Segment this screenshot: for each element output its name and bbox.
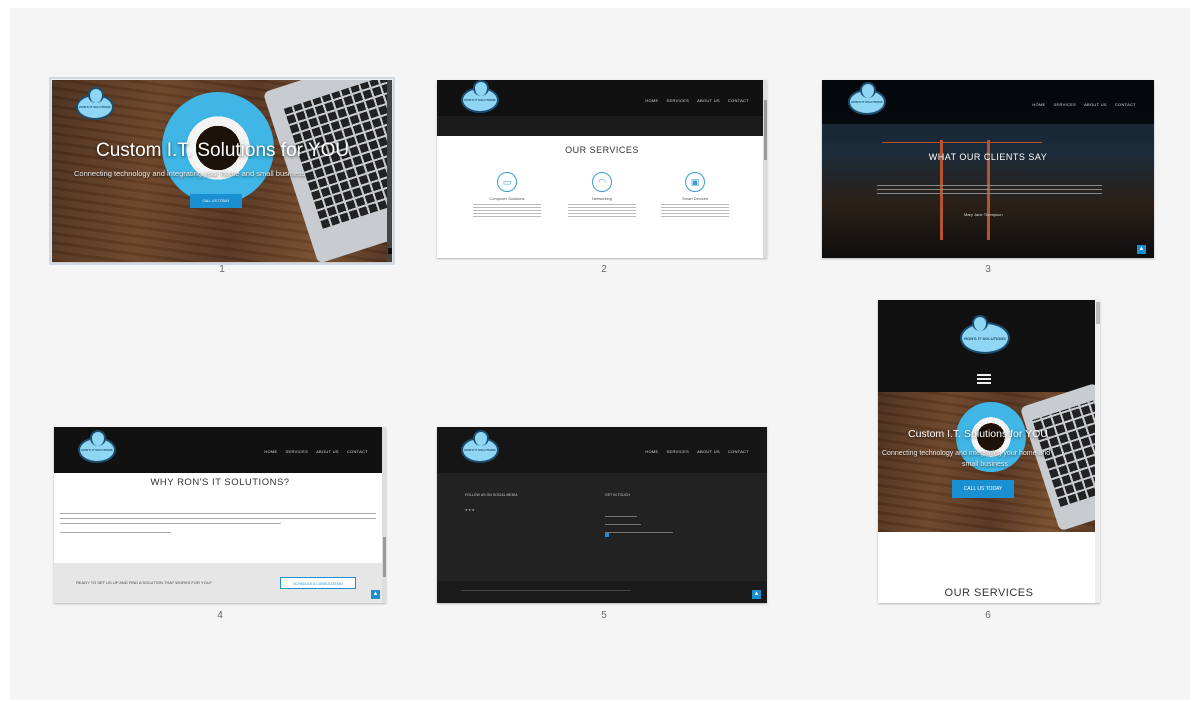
service-networking: ◠ Networking <box>562 172 642 219</box>
schedule-consultation-button[interactable]: SCHEDULE A CONSULTATION <box>280 577 356 589</box>
site-logo: RON'S IT SOLUTIONS <box>960 315 1010 354</box>
mobile-hero-subtitle-1: Connecting technology and integrating yo… <box>882 450 1051 457</box>
monitor-icon: ▭ <box>497 172 517 192</box>
nav-about[interactable]: ABOUT US <box>697 98 720 103</box>
why-heading: WHY RON'S IT SOLUTIONS? <box>150 477 290 488</box>
site-logo: RON'S IT SOLUTIONS <box>461 430 499 463</box>
nav-services[interactable]: SERVICES <box>667 98 690 103</box>
services-heading: OUR SERVICES <box>565 145 639 155</box>
caption-4: 4 <box>217 610 223 621</box>
caption-1: 1 <box>219 264 225 275</box>
nav-about[interactable]: ABOUT US <box>316 449 339 454</box>
thumbnail-2[interactable]: RON'S IT SOLUTIONS HOME SERVICES ABOUT U… <box>437 80 767 258</box>
hero-title: Custom I.T. Solutions for YOU <box>96 140 350 161</box>
footer-follow-heading: FOLLOW US ON SOCIAL MEDIA <box>465 493 518 497</box>
nav-contact[interactable]: CONTACT <box>347 449 368 454</box>
devices-icon: ▣ <box>685 172 705 192</box>
nav-contact[interactable]: CONTACT <box>728 449 749 454</box>
nav-services[interactable]: SERVICES <box>667 449 690 454</box>
mobile-hero-subtitle-2: small business <box>962 461 1008 468</box>
caption-2: 2 <box>601 264 607 275</box>
scrollbar[interactable] <box>387 80 392 262</box>
scroll-to-top-button[interactable]: ▲ <box>1137 245 1146 254</box>
why-cta-text: READY TO SET US UP AND FIND A SOLUTION T… <box>76 580 212 585</box>
nav-contact[interactable]: CONTACT <box>1115 102 1136 107</box>
nav-home[interactable]: HOME <box>645 449 658 454</box>
thumbnail-4[interactable]: RON'S IT SOLUTIONS HOME SERVICES ABOUT U… <box>54 427 386 603</box>
scroll-to-top-button[interactable]: ▲ <box>371 590 380 599</box>
nav-about[interactable]: ABOUT US <box>697 449 720 454</box>
nav-contact[interactable]: CONTACT <box>728 98 749 103</box>
mobile-hero-title: Custom I.T. Solutions for YOU <box>908 428 1048 440</box>
nav-bar: RON'S IT SOLUTIONS HOME SERVICES ABOUT U… <box>54 427 386 473</box>
site-logo: RON'S IT SOLUTIONS <box>461 80 499 113</box>
nav-bar: RON'S IT SOLUTIONS HOME SERVICES ABOUT U… <box>822 80 1154 124</box>
call-us-button[interactable]: CALL US TODAY <box>190 194 242 208</box>
wifi-icon: ◠ <box>592 172 612 192</box>
thumbnail-6[interactable]: RON'S IT SOLUTIONS Custom I.T. Solutions… <box>878 300 1100 603</box>
nav-services[interactable]: SERVICES <box>1054 102 1077 107</box>
scrollbar[interactable] <box>1095 300 1100 603</box>
service-computer: ▭ Computer Solutions <box>467 172 547 219</box>
site-logo: RON'S IT SOLUTIONS <box>76 87 114 120</box>
scrollbar[interactable] <box>763 80 767 258</box>
nav-home[interactable]: HOME <box>1032 102 1045 107</box>
site-logo: RON'S IT SOLUTIONS <box>848 82 886 115</box>
social-icons[interactable]: ● ● ● <box>465 507 474 512</box>
thumbnail-3[interactable]: RON'S IT SOLUTIONS HOME SERVICES ABOUT U… <box>822 80 1154 258</box>
thumbnail-1[interactable]: RON'S IT SOLUTIONS Custom I.T. Solutions… <box>49 77 395 265</box>
scroll-to-top-button[interactable]: ▲ <box>752 590 761 599</box>
site-logo: RON'S IT SOLUTIONS <box>78 430 116 463</box>
nav-about[interactable]: ABOUT US <box>1084 102 1107 107</box>
footer-contact-heading: GET IN TOUCH <box>605 493 630 497</box>
service-smart-devices: ▣ Smart Devices <box>655 172 735 219</box>
testimonial-author: Mary Jane Thompson <box>964 212 1003 217</box>
nav-home[interactable]: HOME <box>645 98 658 103</box>
testimonial-heading: WHAT OUR CLIENTS SAY <box>928 152 1048 162</box>
hamburger-icon[interactable] <box>977 372 991 386</box>
thumbnail-5[interactable]: RON'S IT SOLUTIONS HOME SERVICES ABOUT U… <box>437 427 767 603</box>
caption-3: 3 <box>985 264 991 275</box>
artboard-sheet: RON'S IT SOLUTIONS Custom I.T. Solutions… <box>10 8 1190 700</box>
hero-subtitle: Connecting technology and integrating yo… <box>74 169 306 178</box>
nav-home[interactable]: HOME <box>264 449 277 454</box>
nav-services[interactable]: SERVICES <box>286 449 309 454</box>
nav-bar: RON'S IT SOLUTIONS HOME SERVICES ABOUT U… <box>437 80 767 116</box>
scrollbar[interactable] <box>382 427 386 603</box>
mobile-services-heading: OUR SERVICES <box>944 587 1034 599</box>
caption-5: 5 <box>601 610 607 621</box>
mobile-call-us-button[interactable]: CALL US TODAY <box>952 480 1014 498</box>
caption-6: 6 <box>985 610 991 621</box>
nav-bar: RON'S IT SOLUTIONS HOME SERVICES ABOUT U… <box>437 427 767 473</box>
